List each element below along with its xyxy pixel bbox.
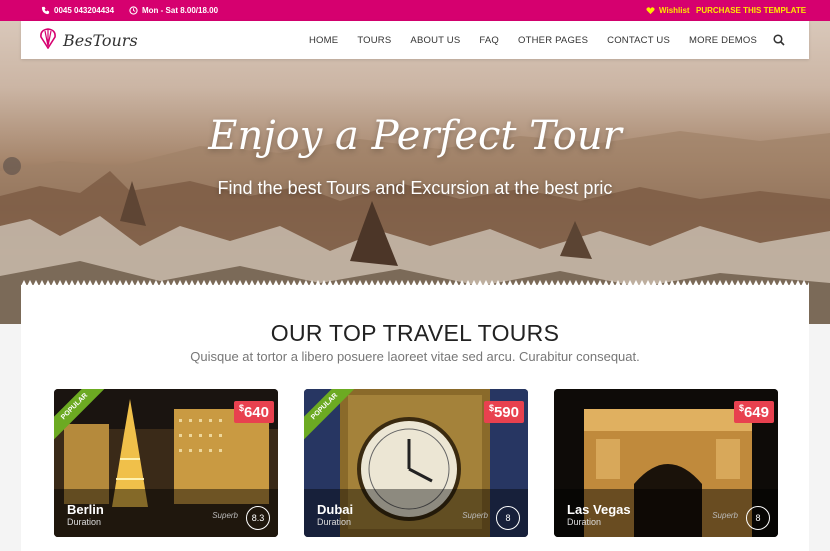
- nav-more-demos[interactable]: MORE DEMOS: [689, 35, 757, 46]
- logo-text: BesTours: [63, 31, 138, 50]
- wishlist-link[interactable]: Wishlist: [645, 0, 690, 21]
- hours-text: Mon - Sat 8.00/18.00: [142, 6, 219, 15]
- nav-about-us[interactable]: ABOUT US: [410, 35, 460, 46]
- main-header: BesTours HOME TOURS ABOUT US FAQ OTHER P…: [21, 21, 809, 59]
- nav-home[interactable]: HOME: [309, 35, 338, 46]
- logo[interactable]: BesTours: [39, 27, 138, 54]
- phone-icon: [40, 6, 50, 16]
- phone-contact[interactable]: 0045 043204434: [40, 0, 114, 21]
- top-bar: 0045 043204434 Mon - Sat 8.00/18.00 Wish…: [0, 0, 830, 21]
- tour-name: Berlin: [67, 502, 104, 517]
- rating-label: Superb: [212, 511, 238, 520]
- price-badge: $590: [483, 401, 524, 423]
- nav-tours[interactable]: TOURS: [357, 35, 391, 46]
- hero-title: Enjoy a Perfect Tour: [208, 113, 622, 159]
- tour-card-las-vegas[interactable]: $649 Las Vegas Duration Superb 8: [554, 389, 778, 537]
- price-badge: $640: [233, 401, 274, 423]
- opening-hours: Mon - Sat 8.00/18.00: [128, 0, 218, 21]
- hero-subtitle: Find the best Tours and Excursion at the…: [217, 178, 613, 198]
- nav-faq[interactable]: FAQ: [479, 35, 499, 46]
- rating-score: 8.3: [246, 506, 270, 530]
- section-subtitle: Quisque at tortor a libero posuere laore…: [190, 349, 640, 364]
- tour-duration: Duration: [67, 517, 102, 527]
- tour-duration: Duration: [567, 517, 602, 527]
- rating-label: Superb: [712, 511, 738, 520]
- price-badge: $649: [733, 401, 774, 423]
- rating-score: 8: [496, 506, 520, 530]
- rating-label: Superb: [462, 511, 488, 520]
- rating-score: 8: [746, 506, 770, 530]
- phone-number: 0045 043204434: [54, 6, 115, 15]
- price-value: 640: [243, 404, 269, 421]
- price-value: 649: [743, 404, 769, 421]
- main-nav: HOME TOURS ABOUT US FAQ OTHER PAGES CONT…: [290, 21, 785, 59]
- tour-name: Las Vegas: [567, 502, 631, 517]
- section-title: OUR TOP TRAVEL TOURS: [270, 320, 560, 346]
- wishlist-label: Wishlist: [659, 6, 690, 15]
- nav-other-pages[interactable]: OTHER PAGES: [518, 35, 588, 46]
- tour-card-dubai[interactable]: POPULAR $590 Dubai Duration Superb 8: [304, 389, 528, 537]
- heart-icon: [645, 6, 655, 16]
- nav-contact-us[interactable]: CONTACT US: [607, 35, 670, 46]
- price-value: 590: [493, 404, 519, 421]
- tour-duration: Duration: [317, 517, 352, 527]
- tour-name: Dubai: [317, 502, 354, 517]
- clock-icon: [128, 6, 138, 16]
- tour-card-berlin[interactable]: POPULAR $640 Berlin Duration Superb 8.3: [54, 389, 278, 537]
- hero-landscape-image: [0, 131, 830, 324]
- hero-banner: Enjoy a Perfect Tour Find the best Tours…: [0, 21, 830, 324]
- search-icon[interactable]: [773, 34, 785, 46]
- purchase-template-link[interactable]: PURCHASE THIS TEMPLATE: [696, 0, 806, 21]
- shell-logo-icon: [39, 27, 57, 54]
